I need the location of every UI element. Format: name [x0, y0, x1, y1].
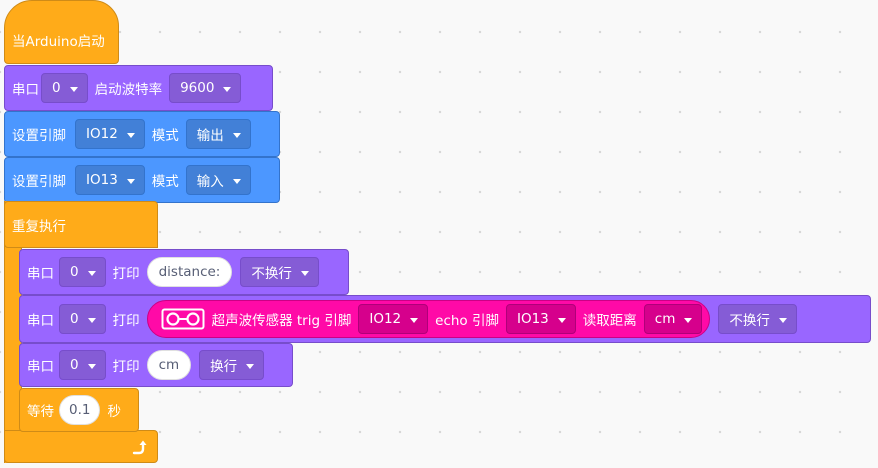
serial-print-block[interactable]: 串口 0 打印 cm 换行: [19, 343, 293, 387]
distance-unit-dropdown[interactable]: cm: [643, 304, 703, 334]
forever-loop-block[interactable]: 重复执行: [4, 201, 158, 248]
print-text-input[interactable]: distance:: [146, 257, 233, 287]
print-label: 打印: [112, 359, 140, 375]
chevron-down-icon: [246, 363, 255, 369]
serial-label: 串口: [27, 313, 54, 329]
chevron-down-icon: [410, 317, 419, 323]
mode-dropdown[interactable]: 输出: [185, 119, 251, 149]
echo-pin-dropdown[interactable]: IO13: [505, 304, 576, 334]
chevron-down-icon: [69, 86, 78, 92]
serial-label: 串口: [27, 359, 54, 375]
mode-label: 模式: [151, 128, 179, 144]
serial-port-dropdown[interactable]: 0: [59, 350, 106, 380]
chevron-down-icon: [126, 132, 135, 138]
set-pin-label: 设置引脚: [12, 174, 66, 190]
serial-print-block[interactable]: 串口 0 打印 distance: 不换行: [19, 249, 349, 295]
set-pin-mode-block[interactable]: 设置引脚 IO12 模式 输出: [4, 111, 280, 157]
mode-label: 模式: [151, 174, 179, 190]
chevron-down-icon: [557, 317, 566, 323]
serial-label: 串口: [27, 266, 54, 282]
serial-print-block[interactable]: 串口 0 打印 超声波传感器 trig 引脚 IO12 echo 引脚 IO13…: [19, 295, 871, 343]
baud-rate-label: 启动波特率: [94, 82, 163, 98]
chevron-down-icon: [126, 178, 135, 184]
pin-dropdown[interactable]: IO12: [75, 119, 145, 149]
seconds-unit-label: 秒: [107, 404, 121, 420]
set-pin-mode-block[interactable]: 设置引脚 IO13 模式 输入: [4, 157, 280, 203]
ultrasonic-sensor-icon: [161, 308, 205, 330]
repeat-arrow-icon: [132, 440, 147, 455]
newline-dropdown[interactable]: 不换行: [718, 304, 797, 334]
serial-label: 串口: [12, 82, 39, 98]
wait-label: 等待: [27, 404, 54, 420]
forever-label: 重复执行: [12, 218, 66, 235]
newline-dropdown[interactable]: 换行: [199, 350, 265, 380]
serial-port-dropdown[interactable]: 0: [41, 73, 88, 103]
chevron-down-icon: [232, 132, 241, 138]
serial-port-dropdown[interactable]: 0: [59, 304, 106, 334]
serial-port-dropdown[interactable]: 0: [59, 257, 106, 287]
chevron-down-icon: [778, 317, 787, 323]
set-pin-label: 设置引脚: [12, 128, 66, 144]
chevron-down-icon: [300, 270, 309, 276]
print-label: 打印: [112, 313, 140, 329]
sensor-title: 超声波传感器 trig 引脚: [211, 313, 352, 329]
chevron-down-icon: [223, 86, 232, 92]
chevron-down-icon: [684, 317, 693, 323]
chevron-down-icon: [87, 270, 96, 276]
chevron-down-icon: [87, 317, 96, 323]
when-arduino-starts-block[interactable]: 当Arduino启动: [4, 0, 119, 64]
wait-block[interactable]: 等待 0.1 秒: [19, 388, 139, 432]
forever-loop-footer[interactable]: [4, 430, 158, 463]
wait-seconds-input[interactable]: 0.1: [59, 395, 101, 425]
print-text-input[interactable]: cm: [146, 350, 192, 380]
print-label: 打印: [112, 266, 140, 282]
serial-begin-block[interactable]: 串口 0 启动波特率 9600: [4, 65, 273, 111]
mode-dropdown[interactable]: 输入: [185, 165, 251, 195]
hat-label: 当Arduino启动: [12, 34, 105, 50]
read-distance-label: 读取距离: [582, 313, 637, 329]
chevron-down-icon: [232, 178, 241, 184]
echo-pin-label: echo 引脚: [435, 313, 499, 329]
ultrasonic-distance-reporter[interactable]: 超声波传感器 trig 引脚 IO12 echo 引脚 IO13 读取距离 cm: [146, 300, 711, 338]
trig-pin-dropdown[interactable]: IO12: [358, 304, 429, 334]
newline-dropdown[interactable]: 不换行: [240, 257, 319, 287]
pin-dropdown[interactable]: IO13: [75, 165, 145, 195]
baud-rate-dropdown[interactable]: 9600: [169, 73, 242, 103]
chevron-down-icon: [87, 363, 96, 369]
